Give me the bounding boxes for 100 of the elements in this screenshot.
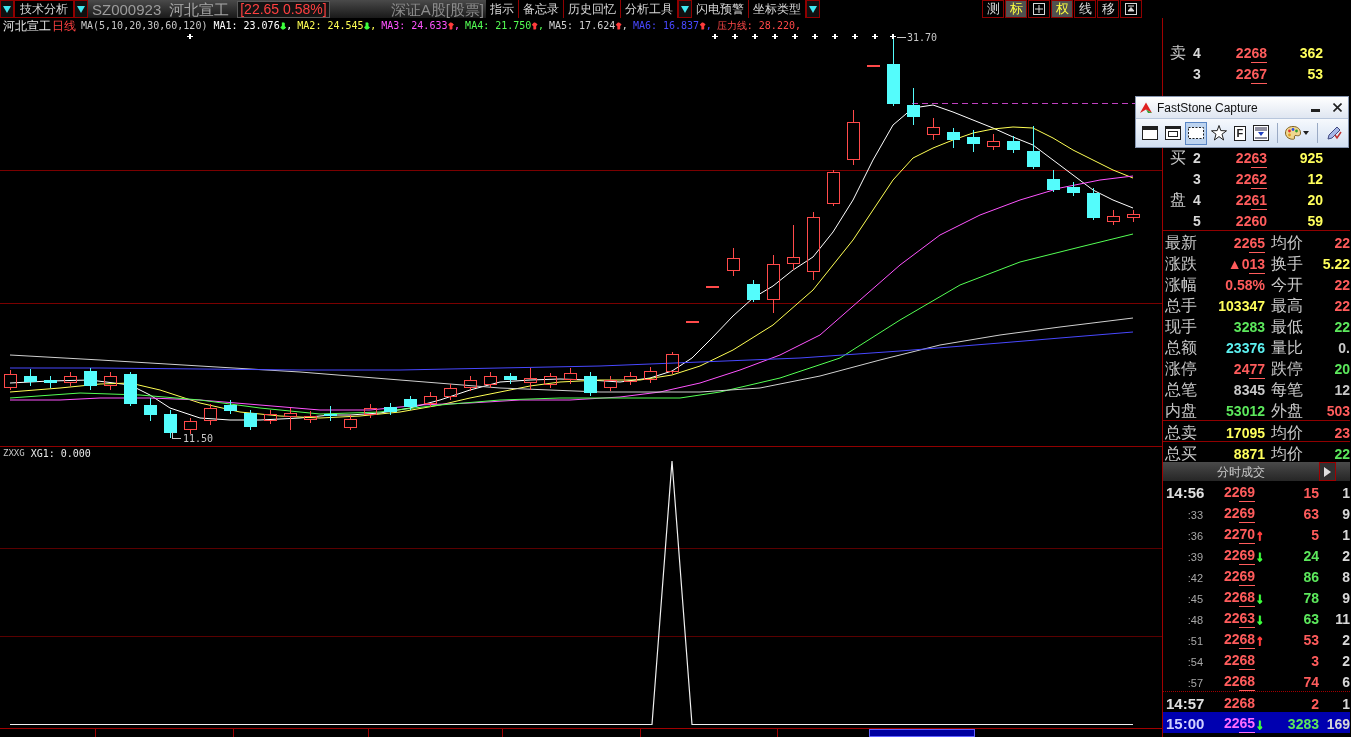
candlestick (666, 351, 679, 375)
trade-price: 2263 (1224, 610, 1256, 628)
trade-time: :36 (1187, 530, 1203, 542)
separator: , (286, 19, 293, 32)
fixed-region-button[interactable]: F (1234, 125, 1246, 141)
candlestick (44, 375, 57, 389)
candlestick (544, 372, 557, 389)
order-level: 2 (1193, 150, 1202, 166)
quote-label: 每笔 (1271, 381, 1303, 399)
stock-name: 河北宣工 (3, 18, 51, 33)
dropdown-button[interactable] (0, 0, 14, 18)
candlestick (987, 133, 1000, 151)
trade-time: :51 (1187, 635, 1203, 647)
caret-down-icon (3, 5, 11, 13)
quote-label: 换手 (1271, 255, 1303, 273)
quote-label: 总买 (1164, 445, 1197, 463)
triangle-box-icon (1125, 3, 1137, 15)
dropdown-button[interactable] (806, 0, 820, 18)
quote-value: 53012 (1226, 403, 1265, 419)
trade-count: 2 (1342, 632, 1350, 648)
menu-button[interactable]: 闪电预警 (692, 0, 749, 18)
caret-down-icon (681, 5, 689, 13)
quote-value: 2477 (1233, 361, 1265, 379)
trade-volume: 78 (1303, 590, 1319, 606)
quote-label: 最高 (1271, 297, 1303, 315)
quote-label: 总手 (1164, 297, 1197, 315)
quote-value: 22 (1334, 235, 1350, 251)
toolbar-button[interactable]: 标 (1005, 0, 1027, 18)
trade-volume: 24 (1303, 548, 1319, 564)
candlestick (304, 410, 317, 424)
side-label: 买 (1170, 149, 1186, 167)
trade-count: 11 (1335, 611, 1350, 627)
candlestick (84, 367, 97, 391)
quote-label: 涨幅 (1164, 276, 1197, 294)
candlestick (907, 87, 920, 126)
candlestick (644, 366, 657, 384)
market-label: 深证A股[股票] (390, 0, 484, 18)
trade-volume: 74 (1303, 674, 1319, 690)
menu-button[interactable]: 技术分析 (14, 0, 74, 18)
quote-value: 2265 (1233, 235, 1265, 253)
candlestick (444, 383, 457, 401)
indicator-value: MA4: 21.750 (465, 19, 532, 32)
star-marker-icon (871, 33, 879, 40)
toolbar-button[interactable] (1120, 0, 1142, 18)
trade-count: 9 (1342, 506, 1350, 522)
indicator-value: MA6: 16.837 (632, 19, 700, 32)
candlestick (404, 395, 417, 411)
star-marker-icon (889, 33, 897, 40)
candlestick (484, 371, 497, 389)
candlestick (204, 403, 217, 426)
stock-code: SZ000923 (92, 0, 162, 18)
quote-label: 均价 (1271, 234, 1303, 252)
quote-value: 22 (1334, 277, 1350, 293)
quote-label: 今开 (1271, 276, 1303, 294)
toolbar-button[interactable]: 线 (1074, 0, 1096, 18)
trade-count: 8 (1342, 569, 1350, 585)
candlestick (624, 371, 637, 386)
price-change: [22.65 0.58%] (237, 0, 330, 18)
toolbar-button[interactable]: 权 (1051, 0, 1073, 18)
dropdown-button[interactable] (678, 0, 692, 18)
trade-price: 2270 (1224, 526, 1256, 544)
trade-time: :42 (1187, 572, 1203, 584)
quote-value: 8345 (1233, 382, 1265, 398)
toolbar-button[interactable]: 测 (982, 0, 1004, 18)
candlestick (104, 371, 117, 391)
quote-value: 5.22 (1322, 256, 1350, 272)
ma-parameters: MA(5,10,20,30,60,120) (81, 19, 208, 32)
arrow-glyph: ↓ (1256, 548, 1264, 564)
toolbar-button[interactable] (1185, 121, 1207, 145)
candlestick (927, 117, 940, 141)
quote-value: 8871 (1233, 446, 1265, 462)
candlestick (767, 254, 780, 314)
caret-down-icon (809, 5, 817, 13)
trade-count: 9 (1342, 590, 1350, 606)
trade-volume: 63 (1303, 506, 1319, 522)
menu-button[interactable]: 指示 (486, 0, 519, 18)
next-button[interactable] (1319, 462, 1336, 481)
candlestick (564, 367, 577, 385)
menu-button[interactable]: 历史回忆 (564, 0, 621, 18)
star-marker-icon (771, 33, 779, 40)
trade-time: 14:56 (1166, 484, 1205, 501)
star-icon (1211, 125, 1227, 141)
toolbar-button[interactable]: 移 (1097, 0, 1119, 18)
trade-time: :45 (1187, 593, 1203, 605)
quote-label: 涨跌 (1164, 255, 1197, 273)
candlestick (424, 391, 437, 408)
order-level: 5 (1193, 213, 1202, 229)
window-icon (1142, 126, 1158, 140)
candlestick (1087, 187, 1100, 221)
menu-button[interactable]: 备忘录 (519, 0, 564, 18)
quote-value: ▲013 (1227, 256, 1265, 274)
trade-count: 2 (1342, 548, 1350, 564)
candlestick (867, 64, 880, 68)
toolbar-button[interactable] (1028, 0, 1050, 18)
candlestick (947, 127, 960, 149)
pointer-icon (1139, 101, 1153, 114)
candlestick (324, 405, 337, 422)
quote-label: 均价 (1271, 445, 1303, 463)
candlestick (747, 279, 760, 303)
dropdown-button[interactable] (74, 0, 88, 18)
